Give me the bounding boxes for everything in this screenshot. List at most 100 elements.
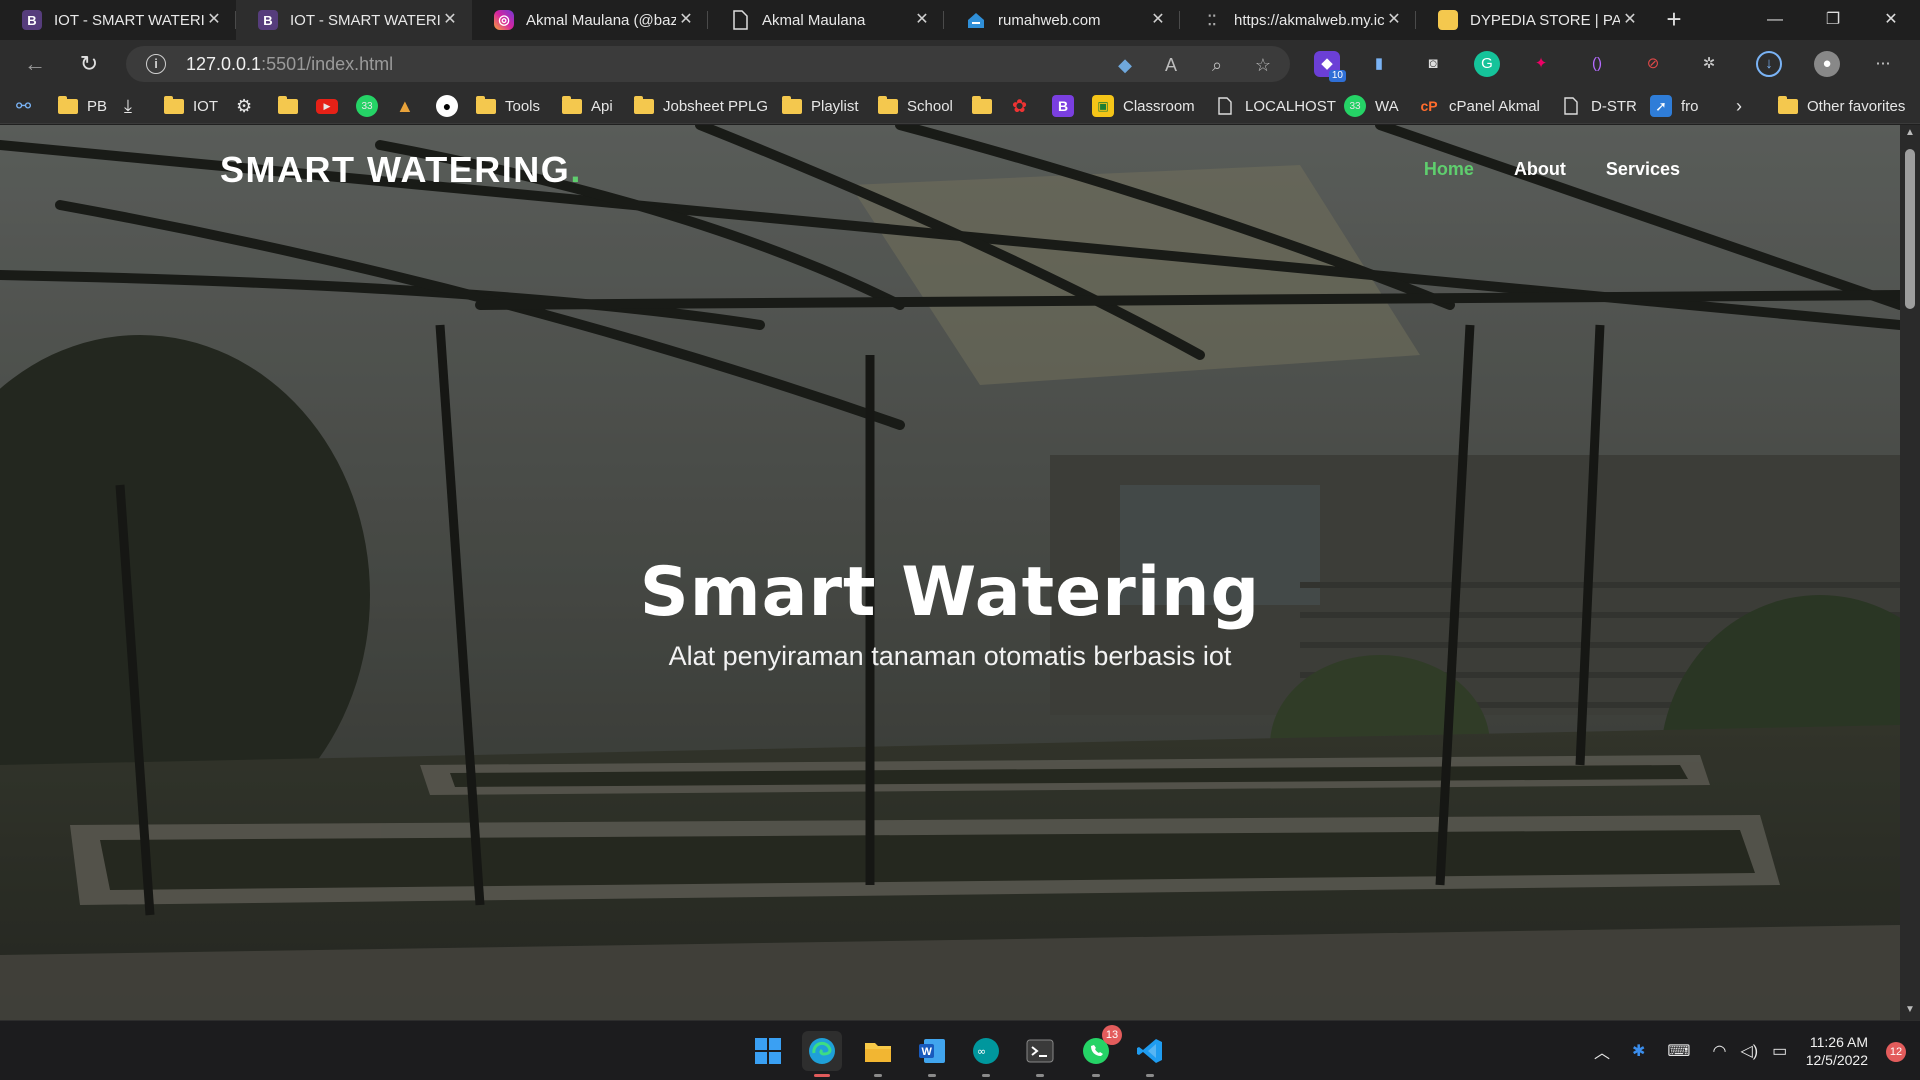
page-scrollbar[interactable]: ▲ ▼	[1900, 125, 1920, 1020]
system-tray: ︿ ✱ ⌨ ◠ ◁) ▭	[1594, 1021, 1787, 1080]
youtube-icon[interactable]: ▶	[316, 88, 338, 124]
hide-icon[interactable]: ⊘	[1640, 51, 1666, 77]
github-icon[interactable]: ●	[436, 88, 458, 124]
keyboard-icon[interactable]: ⌨	[1667, 1041, 1690, 1061]
tab-iot-2[interactable]: B IOT - SMART WATERIN ✕	[236, 0, 472, 40]
code-icon[interactable]: ()	[1584, 51, 1610, 77]
whatsapp-bookmark-icon[interactable]: 33	[356, 88, 378, 124]
scroll-down-icon[interactable]: ▼	[1900, 1004, 1920, 1020]
app-icon: ➚	[1650, 95, 1672, 117]
close-icon[interactable]: ✕	[1148, 10, 1168, 30]
windows-start-icon[interactable]	[748, 1031, 788, 1071]
bookmark-wa[interactable]: 33 WA	[1344, 88, 1399, 124]
scrollbar-thumb[interactable]	[1905, 149, 1915, 309]
bookmark-api[interactable]: Api	[562, 88, 613, 124]
bookmark-cpanel[interactable]: cP cPanel Akmal	[1418, 88, 1539, 124]
settings-bookmark-icon[interactable]: ⚙	[236, 88, 252, 124]
close-icon[interactable]: ✕	[1620, 10, 1640, 30]
url-text[interactable]: 127.0.0.1:5501/index.html	[186, 54, 393, 75]
window-controls: — ❐ ✕	[1746, 0, 1920, 40]
close-icon[interactable]: ✕	[1384, 10, 1404, 30]
screen-icon[interactable]: ◙	[1420, 51, 1446, 77]
tab-dypedia[interactable]: DYPEDIA STORE | PANE ✕	[1416, 0, 1652, 40]
tab-instagram[interactable]: ◎ Akmal Maulana (@baz ✕	[472, 0, 708, 40]
close-icon[interactable]: ✕	[440, 10, 460, 30]
bookmark-iot[interactable]: IOT	[164, 88, 218, 124]
tab-akmal[interactable]: Akmal Maulana ✕	[708, 0, 944, 40]
collections-icon[interactable]: ⚯	[16, 88, 31, 124]
scroll-up-icon[interactable]: ▲	[1900, 127, 1920, 143]
edge-icon[interactable]	[802, 1031, 842, 1077]
bootstrap-bookmark-icon[interactable]: B	[1052, 88, 1074, 124]
battery-icon[interactable]: ▭	[1772, 1041, 1787, 1061]
color-picker-icon[interactable]: ✦	[1528, 51, 1554, 77]
vscode-icon[interactable]	[1130, 1031, 1170, 1077]
download-icon[interactable]: ↓	[1756, 51, 1782, 77]
notification-center-badge[interactable]: 12	[1886, 1042, 1906, 1062]
restore-icon[interactable]: ❐	[1804, 0, 1862, 40]
tab-rumahweb[interactable]: rumahweb.com ✕	[944, 0, 1180, 40]
extension-icon[interactable]: ◆ 10	[1314, 51, 1346, 82]
terminal-icon[interactable]	[1020, 1031, 1060, 1077]
bookmark-dstr[interactable]: D-STR	[1560, 88, 1637, 124]
arduino-icon[interactable]: ∞	[966, 1031, 1006, 1077]
close-icon[interactable]: ✕	[676, 10, 696, 30]
word-icon[interactable]: W	[912, 1031, 952, 1077]
folder-icon	[782, 95, 802, 114]
more-bookmarks-icon[interactable]: ›	[1736, 88, 1742, 124]
nav-home[interactable]: Home	[1424, 159, 1474, 180]
bookmark-other-favorites[interactable]: Other favorites	[1778, 88, 1905, 124]
brand-logo[interactable]: SMART WATERING.	[220, 149, 582, 191]
bookmark-jobsheet[interactable]: Jobsheet PPLG	[634, 88, 768, 124]
laravel-icon[interactable]: ✿	[1012, 88, 1027, 124]
new-tab-button[interactable]: +	[1652, 0, 1696, 40]
back-icon[interactable]: ←	[20, 49, 50, 79]
nav-about[interactable]: About	[1514, 159, 1566, 180]
extensions-icon[interactable]: ✲	[1696, 51, 1722, 77]
whatsapp-icon[interactable]: 13	[1076, 1025, 1122, 1077]
show-hidden-icons-icon[interactable]: ︿	[1594, 1039, 1610, 1063]
rumahweb-icon	[966, 10, 986, 30]
page-viewport: SMART WATERING. Home About Services Smar…	[0, 125, 1900, 1020]
zoom-icon[interactable]: ⌕	[1206, 54, 1228, 76]
tab-akmalweb[interactable]: ⁚⁚ https://akmalweb.my.ic ✕	[1180, 0, 1416, 40]
close-icon[interactable]: ✕	[912, 10, 932, 30]
file-explorer-icon[interactable]	[858, 1031, 898, 1077]
grammarly-icon[interactable]: G	[1474, 51, 1500, 77]
bookmark-playlist[interactable]: Playlist	[782, 88, 859, 124]
svg-text:∞: ∞	[977, 1045, 986, 1058]
favorite-star-icon[interactable]: ☆	[1252, 54, 1274, 76]
bookmark-logo-icon[interactable]: ▲	[396, 88, 414, 124]
bookmark-localhost[interactable]: LOCALHOST	[1214, 88, 1336, 124]
bookmark-fro[interactable]: ➚ fro	[1650, 88, 1699, 124]
desktop: B IOT - SMART WATERIN ✕ B IOT - SMART WA…	[0, 0, 1920, 1080]
page-icon	[730, 10, 750, 30]
copy-icon[interactable]: ▮	[1366, 51, 1392, 77]
minimize-icon[interactable]: —	[1746, 0, 1804, 40]
close-icon[interactable]: ✕	[204, 10, 224, 30]
tab-iot-1[interactable]: B IOT - SMART WATERIN ✕	[0, 0, 236, 40]
read-aloud-icon[interactable]: A	[1160, 54, 1182, 76]
volume-icon[interactable]: ◁)	[1740, 1041, 1758, 1061]
bookmark-tools[interactable]: Tools	[476, 88, 540, 124]
hero-title: Smart Watering	[639, 553, 1261, 632]
site-info-icon[interactable]: i	[146, 54, 166, 74]
bookmark-school[interactable]: School	[878, 88, 953, 124]
clock[interactable]: 11:26 AM 12/5/2022	[1806, 1033, 1868, 1069]
download-bookmark-icon[interactable]: ⤓	[124, 88, 132, 124]
sheets-bookmark-icon-2[interactable]	[972, 88, 992, 124]
wifi-icon[interactable]: ◠	[1713, 1041, 1727, 1061]
tag-icon[interactable]: ◆	[1114, 54, 1136, 76]
bookmark-pb[interactable]: PB	[58, 88, 107, 124]
folder-icon	[164, 95, 184, 114]
sheets-bookmark-icon[interactable]	[278, 88, 298, 124]
bookmark-classroom[interactable]: ▣ Classroom	[1092, 88, 1195, 124]
avatar[interactable]: ●	[1814, 51, 1840, 77]
folder-icon	[634, 95, 654, 114]
close-window-icon[interactable]: ✕	[1862, 0, 1920, 40]
refresh-icon[interactable]: ↻	[74, 49, 104, 79]
address-bar[interactable]: i 127.0.0.1:5501/index.html ◆ A ⌕ ☆	[126, 46, 1290, 82]
more-options-icon[interactable]: ⋯	[1870, 51, 1896, 77]
nav-services[interactable]: Services	[1606, 159, 1680, 180]
bluetooth-icon[interactable]: ✱	[1632, 1041, 1645, 1061]
